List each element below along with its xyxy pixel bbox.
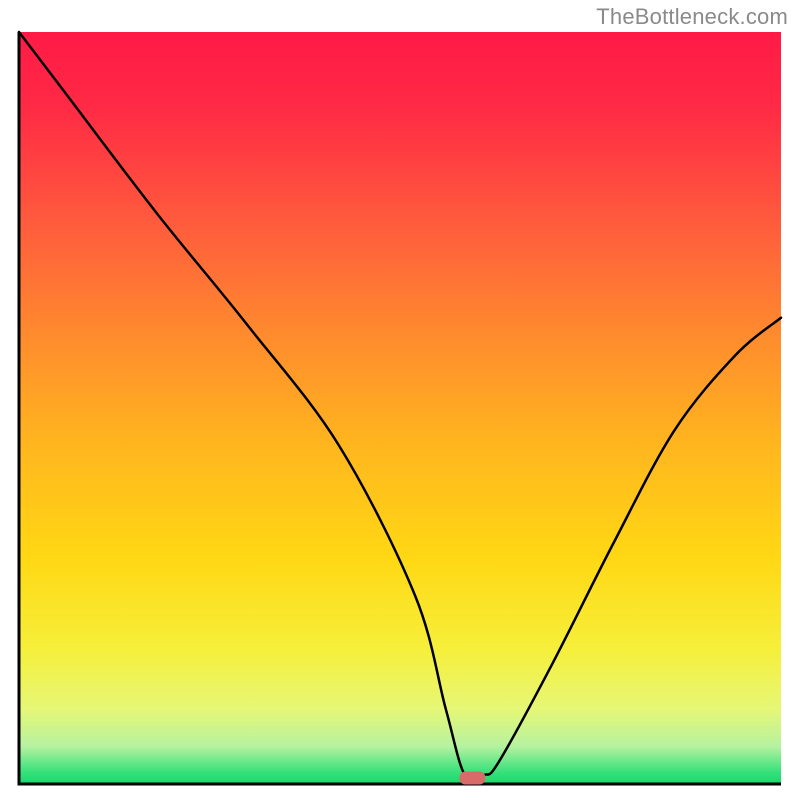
chart-container: TheBottleneck.com [0, 0, 800, 800]
plot-background [19, 32, 781, 784]
bottleneck-chart [0, 0, 800, 800]
optimum-marker [459, 771, 485, 784]
